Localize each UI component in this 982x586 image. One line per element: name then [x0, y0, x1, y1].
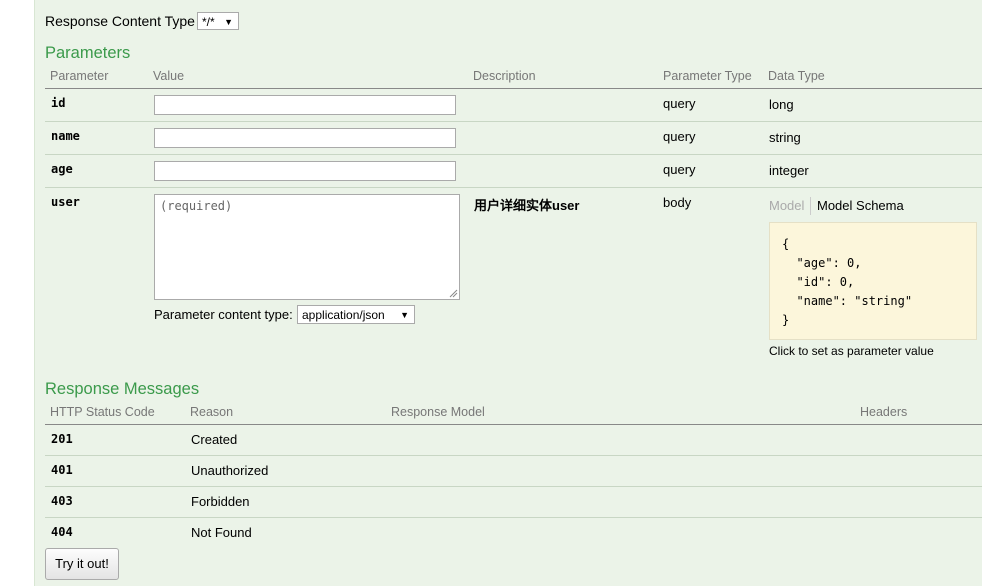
- param-name-age: age: [51, 162, 73, 176]
- schema-hint: Click to set as parameter value: [769, 344, 934, 358]
- schema-line: "id": 0,: [782, 275, 855, 289]
- status-code: 404: [51, 525, 73, 539]
- th-headers: Headers: [860, 405, 908, 419]
- parameters-title: Parameters: [45, 44, 131, 62]
- try-it-out-button[interactable]: Try it out!: [45, 548, 119, 580]
- data-type-age: integer: [769, 163, 809, 178]
- row-divider: [45, 455, 982, 456]
- param-description-user: 用户详细实体user: [474, 198, 580, 213]
- status-code: 201: [51, 432, 73, 446]
- tab-model[interactable]: Model: [769, 198, 804, 213]
- th-parameter-type: Parameter Type: [663, 69, 752, 83]
- param-name-id: id: [51, 96, 66, 110]
- row-divider: [45, 187, 982, 188]
- schema-line: "age": 0,: [782, 256, 862, 270]
- status-reason: Unauthorized: [191, 463, 269, 478]
- tab-separator: [810, 197, 811, 215]
- status-reason: Forbidden: [191, 494, 250, 509]
- param-content-type-value: application/json: [302, 308, 385, 322]
- schema-line: "name": "string": [782, 294, 913, 308]
- param-type-age: query: [663, 162, 696, 177]
- schema-line: {: [782, 237, 790, 251]
- tab-model-schema[interactable]: Model Schema: [817, 198, 904, 213]
- param-name-user: user: [51, 195, 80, 209]
- data-type-name: string: [769, 130, 801, 145]
- param-type-user: body: [663, 195, 692, 210]
- param-input-age[interactable]: [154, 161, 456, 181]
- param-input-name[interactable]: [154, 128, 456, 148]
- status-code: 401: [51, 463, 73, 477]
- status-reason: Not Found: [191, 525, 252, 540]
- left-gutter: [0, 0, 35, 586]
- table-header-divider: [45, 424, 982, 425]
- model-schema-box[interactable]: { "age": 0, "id": 0, "name": "string" }: [769, 222, 977, 340]
- response-content-type-select[interactable]: */* ▼: [197, 12, 239, 30]
- th-reason: Reason: [190, 405, 234, 419]
- row-divider: [45, 121, 982, 122]
- status-reason: Created: [191, 432, 238, 447]
- th-http-status-code: HTTP Status Code: [50, 405, 155, 419]
- param-content-type-select[interactable]: application/json ▼: [297, 305, 415, 324]
- chevron-down-icon: ▼: [400, 310, 409, 320]
- row-divider: [45, 486, 982, 487]
- th-value: Value: [153, 69, 185, 83]
- th-parameter: Parameter: [50, 69, 109, 83]
- param-content-type-label: Parameter content type:: [154, 307, 293, 322]
- data-type-id: long: [769, 97, 794, 112]
- th-data-type: Data Type: [768, 69, 825, 83]
- th-response-model: Response Model: [391, 405, 485, 419]
- param-textarea-user[interactable]: (required): [154, 194, 460, 300]
- operation-panel: Response Content Type */* ▼ Parameters P…: [35, 0, 982, 586]
- status-code: 403: [51, 494, 73, 508]
- textarea-placeholder: (required): [160, 199, 233, 213]
- row-divider: [45, 517, 982, 518]
- param-name-name: name: [51, 129, 80, 143]
- response-content-type-label: Response Content Type: [45, 13, 195, 29]
- table-header-divider: [45, 88, 982, 89]
- chevron-down-icon: ▼: [224, 17, 233, 27]
- th-description: Description: [473, 69, 536, 83]
- response-content-type-value: */*: [202, 15, 215, 29]
- param-input-id[interactable]: [154, 95, 456, 115]
- row-divider: [45, 154, 982, 155]
- schema-line: }: [782, 313, 790, 327]
- resize-grip-icon[interactable]: [449, 289, 458, 298]
- param-type-name: query: [663, 129, 696, 144]
- param-type-id: query: [663, 96, 696, 111]
- response-messages-title: Response Messages: [45, 380, 200, 398]
